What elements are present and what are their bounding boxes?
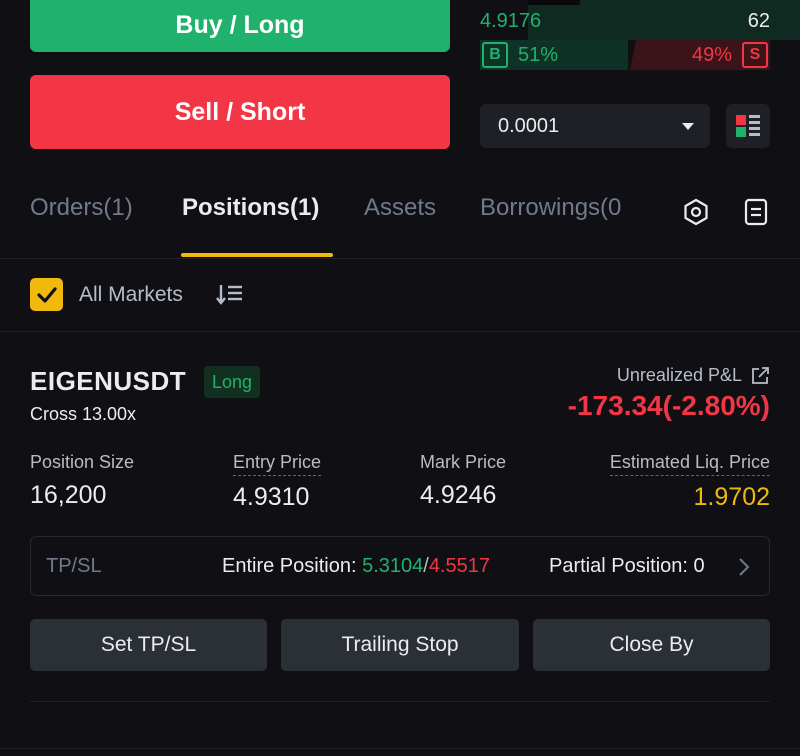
unrealized-pnl-label: Unrealized P&L — [616, 365, 742, 385]
sort-button[interactable] — [216, 283, 244, 310]
buy-ratio-pct: 51% — [518, 43, 559, 66]
position-size-value: 16,200 — [30, 481, 107, 509]
buy-ratio: B 51% — [480, 40, 628, 70]
position-symbol[interactable]: EIGENUSDT — [30, 366, 186, 397]
tab-assets[interactable]: Assets — [364, 194, 436, 222]
price-precision-value: 0.0001 — [498, 114, 560, 137]
settings-button[interactable] — [680, 196, 712, 228]
filter-divider — [0, 331, 800, 332]
buy-long-button[interactable]: Buy / Long — [30, 0, 450, 52]
margin-mode-leverage[interactable]: Cross 13.00x — [30, 404, 136, 425]
liq-price-label[interactable]: Estimated Liq. Price — [609, 452, 770, 476]
liq-price-value: 1.9702 — [693, 483, 770, 511]
caret-down-icon — [682, 122, 694, 130]
order-history-button[interactable] — [740, 196, 772, 228]
bottom-divider — [0, 748, 800, 749]
trailing-stop-button[interactable]: Trailing Stop — [281, 619, 519, 671]
document-icon — [744, 198, 768, 226]
chevron-right-icon — [739, 558, 750, 576]
entire-position-label: Entire Position: — [222, 555, 363, 577]
tabs-divider — [0, 258, 800, 259]
mark-price-label: Mark Price — [420, 452, 507, 472]
buy-sell-ratio-bar: B 51% 49% S — [480, 40, 770, 70]
mark-price-value: 4.9246 — [420, 481, 497, 509]
tab-borrowings[interactable]: Borrowings(0 — [480, 194, 621, 222]
stop-loss-value: 4.5517 — [428, 555, 490, 577]
tpsl-chevron[interactable] — [737, 556, 751, 583]
all-markets-label[interactable]: All Markets — [79, 283, 183, 307]
active-tab-indicator — [181, 253, 333, 257]
orderbook-depth-bar-top — [528, 0, 580, 5]
share-icon[interactable] — [750, 366, 770, 386]
tab-positions[interactable]: Positions(1) — [182, 194, 319, 222]
sell-badge: S — [742, 42, 768, 68]
sell-short-button[interactable]: Sell / Short — [30, 75, 450, 149]
position-size-label: Position Size — [30, 452, 135, 472]
entry-price-label[interactable]: Entry Price — [233, 452, 322, 476]
set-tpsl-button[interactable]: Set TP/SL — [30, 619, 267, 671]
tpsl-entire-position: Entire Position: 5.3104/4.5517 — [222, 555, 490, 578]
unrealized-pnl-value: -173.34(-2.80%) — [567, 390, 770, 421]
sort-icon — [216, 285, 242, 305]
hexagon-settings-icon — [684, 198, 708, 226]
tpsl-label: TP/SL — [46, 555, 102, 577]
take-profit-value: 5.3104 — [362, 555, 424, 577]
orderbook-qty: 62 — [747, 10, 770, 32]
all-markets-checkbox[interactable] — [30, 278, 63, 311]
price-precision-select[interactable]: 0.0001 — [480, 104, 710, 148]
sell-ratio: 49% S — [630, 40, 770, 70]
entry-price-value: 4.9310 — [233, 483, 310, 511]
sell-ratio-pct: 49% — [691, 43, 732, 66]
orderbook-layout-button[interactable] — [726, 104, 770, 148]
partial-position-label: Partial Position: 0 — [549, 555, 705, 577]
close-by-button[interactable]: Close By — [533, 619, 770, 671]
tab-orders[interactable]: Orders(1) — [30, 194, 133, 222]
orderbook-price[interactable]: 4.9176 — [480, 10, 541, 33]
unrealized-pnl-header[interactable]: Unrealized P&L — [617, 365, 770, 386]
position-side-badge: Long — [204, 366, 261, 398]
buy-badge: B — [482, 42, 508, 68]
orderbook-layout-icon — [736, 115, 760, 137]
card-divider — [30, 701, 770, 702]
checkmark-icon — [36, 286, 57, 303]
